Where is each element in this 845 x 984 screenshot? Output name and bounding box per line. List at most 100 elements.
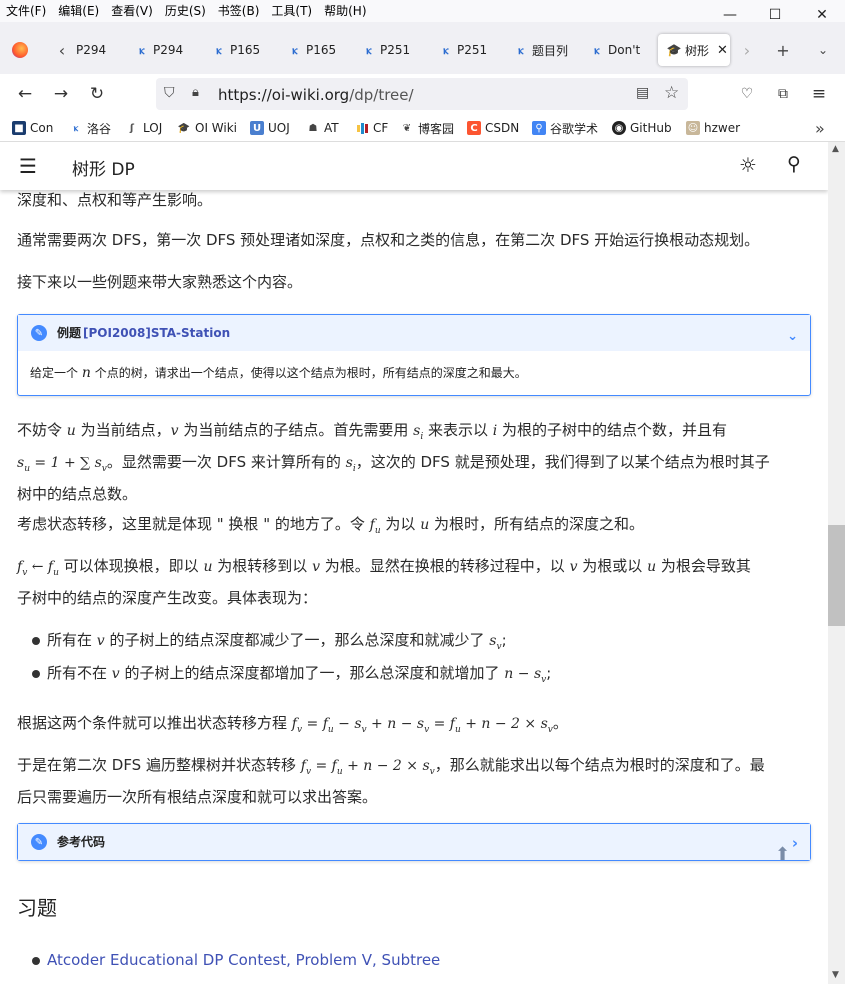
text: 为以 <box>385 515 416 533</box>
bookmark-cnblogs[interactable]: ❦ 博客园 <box>400 119 454 137</box>
tab-tree-dp-active[interactable]: 🎓 树形 ✕ <box>658 34 730 66</box>
reload-button[interactable]: ↻ <box>83 80 111 108</box>
chevron-left-icon: ‹ <box>58 40 66 60</box>
app-menu-button[interactable]: ≡ <box>805 80 833 108</box>
text: 为根或以 <box>582 557 643 575</box>
extensions-button[interactable]: ⧉ <box>769 80 797 108</box>
lock-icon[interactable]: 🔒︎ <box>192 85 199 100</box>
text: 于是在第二次 DFS 遍历整棵树并状态转移 <box>17 756 296 774</box>
example-header[interactable]: ✎ 例题 [POI2008]STA-Station ⌄ <box>18 315 810 351</box>
bookmark-cf[interactable]: CF <box>355 119 388 137</box>
tab-p1653-b[interactable]: ⲕ P165 <box>288 34 348 66</box>
text: 来表示以 <box>427 421 488 439</box>
menu-help[interactable]: 帮助(H) <box>318 0 372 22</box>
forward-button[interactable]: → <box>47 80 75 108</box>
reader-view-icon[interactable]: ▤ <box>636 85 649 101</box>
bookmark-csdn[interactable]: C CSDN <box>467 119 519 137</box>
text: 为根转移到以 <box>217 557 308 575</box>
pocket-button[interactable]: ♡ <box>733 80 761 108</box>
menu-edit[interactable]: 编辑(E) <box>52 0 105 22</box>
tab-label: 树形 <box>685 43 710 58</box>
exercise-link[interactable]: Atcoder Educational DP Contest, Problem … <box>47 951 440 969</box>
text: 根据这两个条件就可以推出状态转移方程 <box>17 714 288 732</box>
arrow-left-icon: ← <box>17 84 33 104</box>
bookmark-uoj[interactable]: U UOJ <box>250 119 290 137</box>
menu-bookmarks[interactable]: 书签(B) <box>212 0 266 22</box>
text: 为根。显然在换根的转移过程中，以 <box>324 557 565 575</box>
tab-p2519-a[interactable]: ⲕ P251 <box>362 34 422 66</box>
close-tab-icon[interactable]: ✕ <box>717 43 728 58</box>
bookmark-github[interactable]: ◉ GitHub <box>612 119 672 137</box>
math-s-v: sv <box>489 633 502 652</box>
bookmark-label: CSDN <box>485 121 520 135</box>
tab-p1653-a[interactable]: ⲕ P165 <box>212 34 272 66</box>
bookmark-oi-wiki[interactable]: 🎓 OI Wiki <box>177 119 237 137</box>
bookmark-hzwer[interactable]: ☺ hzwer <box>686 119 740 137</box>
tab-p2519-b[interactable]: ⲕ P251 <box>439 34 499 66</box>
graduation-cap-icon: 🎓 <box>177 122 191 134</box>
search-icon[interactable]: ⚲ <box>787 153 801 175</box>
text: 树中的结点总数。 <box>17 484 138 503</box>
paragraph-examples-intro: 接下来以一些例题来带大家熟悉这个内容。 <box>17 273 303 291</box>
tab-problem-list[interactable]: ⲕ 题目列 <box>514 34 574 66</box>
hamburger-icon: ≡ <box>811 84 827 104</box>
menu-file[interactable]: 文件(F) <box>0 0 52 22</box>
math-u: u <box>66 423 76 439</box>
bookmark-luogu[interactable]: ⲕ 洛谷 <box>69 119 111 137</box>
bookmark-google-scholar[interactable]: ⚲ 谷歌学术 <box>532 119 598 137</box>
firefox-view-button[interactable] <box>6 34 34 66</box>
tab-p2941-b[interactable]: ⲕ P294 <box>135 34 195 66</box>
bookmark-con[interactable]: ■ Con <box>12 119 53 137</box>
text: 后只需要遍历一次所有根结点深度和就可以求出答案。 <box>17 787 378 806</box>
chevron-down-icon[interactable]: ⌄ <box>787 324 798 349</box>
arrow-right-icon: → <box>53 84 69 104</box>
uoj-icon: U <box>250 121 264 135</box>
scroll-down-arrow-icon[interactable]: ▼ <box>832 970 839 980</box>
text: 。显然需要一次 DFS 来计算所有的 <box>106 452 341 471</box>
bookmark-label: 博客园 <box>418 121 455 136</box>
bookmark-star-icon[interactable]: ☆ <box>664 83 679 103</box>
oi-wiki-icon: 🎓 <box>666 43 682 57</box>
tab-p2941-a[interactable]: P294 <box>76 34 124 66</box>
tab-scroll-right-button[interactable]: › <box>733 34 761 66</box>
back-to-top-icon[interactable]: ⬆ <box>775 842 790 867</box>
new-tab-button[interactable]: + <box>769 34 797 66</box>
menu-history[interactable]: 历史(S) <box>159 0 212 22</box>
url-text[interactable]: https://oi-wiki.org/dp/tree/ <box>218 86 414 104</box>
text: 为当前结点， <box>80 421 171 439</box>
menu-view[interactable]: 查看(V) <box>105 0 159 22</box>
bookmark-at[interactable]: ☗ AT <box>306 119 339 137</box>
example-text: 给定一个 <box>30 366 79 380</box>
tab-dont[interactable]: ⲕ Don't <box>590 34 650 66</box>
theme-toggle-icon[interactable]: ☼ <box>739 153 757 177</box>
bookmark-label: hzwer <box>704 121 741 135</box>
chevron-right-icon[interactable]: › <box>792 831 798 856</box>
tab-scroll-left-button[interactable]: ‹ <box>48 34 76 66</box>
back-button[interactable]: ← <box>11 80 39 108</box>
menu-tools[interactable]: 工具(T) <box>265 0 318 22</box>
list-all-tabs-button[interactable]: ⌄ <box>809 34 837 66</box>
url-path: /dp/tree/ <box>349 86 414 104</box>
more-bookmarks-button[interactable]: » <box>815 119 825 138</box>
url-bar[interactable]: ⛉ 🔒︎ https://oi-wiki.org/dp/tree/ ▤ ☆ <box>156 78 688 110</box>
site-header: ☰ 树形 DP ☼ ⚲ <box>0 142 828 190</box>
page-scrollbar[interactable]: ▲ ▼ <box>828 142 845 984</box>
paragraph-second-dfs: 于是在第二次 DFS 遍历整棵树并状态转移 fv = fu + n − 2 × … <box>17 753 811 810</box>
reference-code-label: 参考代码 <box>57 834 106 849</box>
example-problem-link[interactable]: [POI2008]STA-Station <box>83 321 230 346</box>
scroll-up-arrow-icon[interactable]: ▲ <box>832 144 839 154</box>
bookmark-loj[interactable]: ʃ LOJ <box>125 119 162 137</box>
github-icon: ◉ <box>612 121 626 135</box>
paragraph-state-transition: 考虑状态转移，这里就是体现 " 换根 " 的地方了。令 fu 为以 u 为根时，… <box>17 512 811 544</box>
chevron-right-icon: › <box>743 40 751 60</box>
shield-icon[interactable]: ⛉ <box>164 85 175 101</box>
navigation-toolbar: ← → ↻ ⛉ 🔒︎ https://oi-wiki.org/dp/tree/ … <box>0 74 845 114</box>
reference-code-header[interactable]: ✎ 参考代码 › <box>18 824 810 860</box>
search-icon: ⚲ <box>532 121 546 135</box>
scrollbar-thumb[interactable] <box>828 525 845 626</box>
menu-icon[interactable]: ☰ <box>19 154 37 178</box>
bookmark-label: LOJ <box>143 121 163 135</box>
math-i: i <box>492 423 498 439</box>
text: 的子树上的结点深度都减少了一，那么总深度和就减少了 <box>109 631 485 649</box>
tab-label: P251 <box>457 43 488 57</box>
